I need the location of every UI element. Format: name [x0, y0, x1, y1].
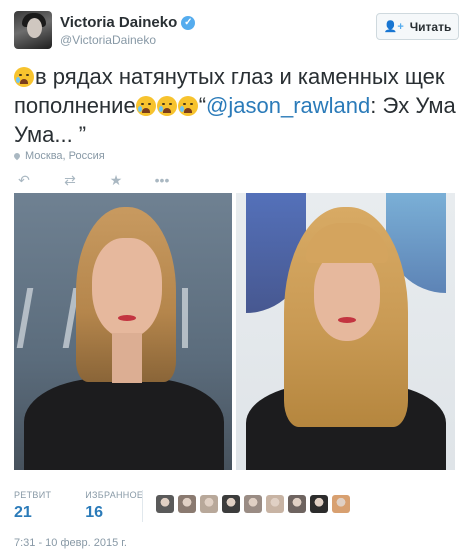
- tweet-actions: ↶ ⇄ ★ •••: [14, 172, 172, 189]
- location-pin-icon: [12, 151, 22, 161]
- photo-left[interactable]: [14, 193, 232, 470]
- author-name[interactable]: Victoria Daineko: [60, 14, 177, 31]
- tweet-media[interactable]: [14, 193, 455, 470]
- photo-right-lips: [338, 317, 356, 323]
- liker-avatars: [156, 495, 350, 513]
- retweet-stat[interactable]: РЕТВИТ 21: [14, 490, 51, 522]
- tweet-location[interactable]: Москва, Россия: [12, 150, 105, 162]
- retweet-icon[interactable]: ⇄: [60, 172, 80, 189]
- photo-right[interactable]: [236, 193, 455, 470]
- favorite-stat-value: 16: [85, 504, 104, 521]
- backdrop-letters: [16, 288, 80, 348]
- liker-avatar[interactable]: [288, 495, 306, 513]
- liker-avatar[interactable]: [332, 495, 350, 513]
- favorite-stat-label: ИЗБРАННОЕ: [85, 490, 144, 500]
- crying-face-emoji: [14, 67, 34, 87]
- liker-avatar[interactable]: [178, 495, 196, 513]
- stats-divider: [142, 490, 143, 522]
- tweet-stats: РЕТВИТ 21 ИЗБРАННОЕ 16: [14, 490, 143, 522]
- liker-avatar[interactable]: [266, 495, 284, 513]
- crying-face-emoji: [156, 96, 177, 116]
- photo-left-face: [92, 238, 162, 338]
- more-icon[interactable]: •••: [152, 172, 172, 189]
- crying-face-emoji: [177, 96, 198, 116]
- follow-button[interactable]: 👤+ Читать: [376, 13, 459, 40]
- photo-left-body: [24, 378, 224, 470]
- liker-avatar[interactable]: [244, 495, 262, 513]
- follow-user-icon: 👤+: [383, 21, 404, 33]
- retweet-stat-value: 21: [14, 504, 32, 521]
- author-name-row[interactable]: Victoria Daineko ✓: [60, 14, 196, 31]
- verified-badge-icon: ✓: [181, 15, 196, 30]
- photo-left-lips: [118, 315, 136, 321]
- mention-link[interactable]: @jason_rawland: [206, 93, 370, 118]
- favorite-stat[interactable]: ИЗБРАННОЕ 16: [85, 490, 143, 522]
- liker-avatar[interactable]: [310, 495, 328, 513]
- avatar[interactable]: [14, 11, 52, 49]
- author-handle[interactable]: @VictoriaDaineko: [60, 33, 156, 47]
- avatar-face: [27, 18, 42, 38]
- tweet-card: Victoria Daineko ✓ @VictoriaDaineko 👤+ Ч…: [0, 0, 475, 554]
- liker-avatar[interactable]: [200, 495, 218, 513]
- photo-left-neck: [112, 333, 142, 383]
- favorite-icon[interactable]: ★: [106, 172, 126, 189]
- liker-avatar[interactable]: [156, 495, 174, 513]
- reply-icon[interactable]: ↶: [14, 172, 34, 189]
- liker-avatar[interactable]: [222, 495, 240, 513]
- backdrop-letters: [182, 288, 218, 348]
- retweet-stat-label: РЕТВИТ: [14, 490, 52, 500]
- follow-button-label: Читать: [409, 19, 452, 34]
- tweet-text: в рядах натянутых глаз и каменных щек по…: [14, 62, 464, 149]
- tweet-quote-open: “: [198, 93, 207, 118]
- photo-right-face: [314, 251, 380, 341]
- location-label: Москва, Россия: [25, 150, 105, 162]
- crying-face-emoji: [135, 96, 156, 116]
- tweet-timestamp[interactable]: 7:31 - 10 февр. 2015 г.: [14, 537, 127, 549]
